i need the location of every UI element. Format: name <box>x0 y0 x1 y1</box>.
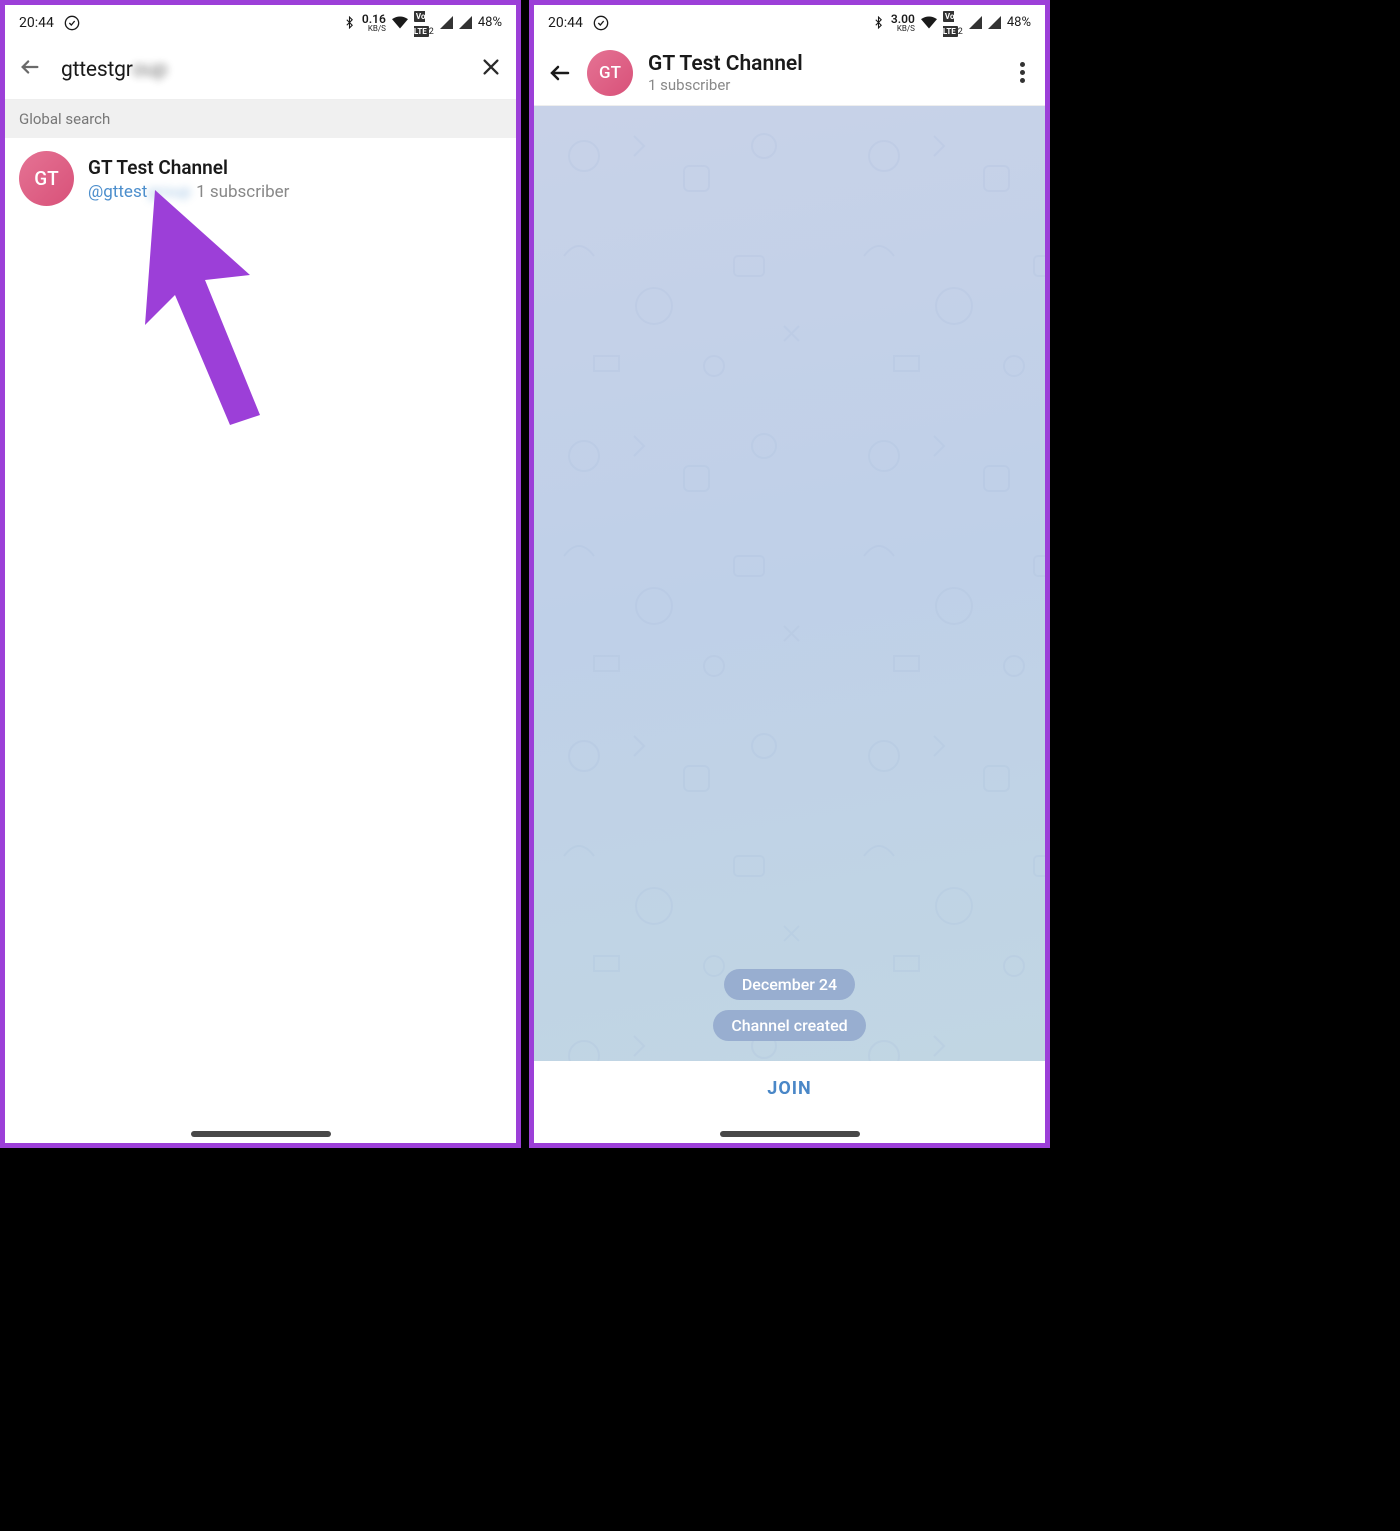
status-bar: 20:44 3.00 KB/S VoLTE2 48% <box>534 5 1045 40</box>
result-subtitle: @gttestgroup1 subscriber <box>88 182 289 202</box>
search-result-item[interactable]: GT GT Test Channel @gttestgroup1 subscri… <box>5 138 516 219</box>
check-circle-icon <box>593 15 609 31</box>
more-options-icon[interactable] <box>1014 56 1031 89</box>
system-event-badge: Channel created <box>713 1010 865 1041</box>
status-time: 20:44 <box>548 15 583 31</box>
global-search-section-header: Global search <box>5 100 516 138</box>
channel-avatar[interactable]: GT <box>587 50 633 96</box>
channel-title: GT Test Channel <box>648 52 999 76</box>
avatar: GT <box>19 151 74 206</box>
volte-badge: VoLTE2 <box>414 8 434 38</box>
signal-icon-1 <box>440 16 453 29</box>
search-query-redacted: oup <box>132 58 167 82</box>
signal-icon-1 <box>969 16 982 29</box>
wifi-icon <box>921 16 937 29</box>
back-arrow-icon[interactable] <box>548 61 572 85</box>
result-channel-name: GT Test Channel <box>88 156 289 179</box>
channel-header: GT GT Test Channel 1 subscriber <box>534 40 1045 106</box>
chat-area[interactable]: December 24 Channel created <box>534 106 1045 1061</box>
join-button[interactable]: JOIN <box>534 1061 1045 1115</box>
channel-info[interactable]: GT Test Channel 1 subscriber <box>648 52 999 94</box>
search-query-text: gttestgr <box>61 58 132 82</box>
wifi-icon <box>392 16 408 29</box>
net-speed: 0.16 KB/S <box>362 13 386 33</box>
search-input[interactable]: gttestgroup <box>61 55 502 85</box>
back-arrow-icon[interactable] <box>19 56 41 84</box>
bluetooth-icon <box>872 16 885 29</box>
date-badge: December 24 <box>724 969 855 1000</box>
signal-icon-2 <box>459 16 472 29</box>
status-time: 20:44 <box>19 15 54 31</box>
nav-handle <box>720 1131 860 1137</box>
search-header: gttestgroup <box>5 40 516 100</box>
status-bar: 20:44 0.16 KB/S VoLTE2 48% <box>5 5 516 40</box>
bluetooth-icon <box>343 16 356 29</box>
volte-badge: VoLTE2 <box>943 8 963 38</box>
check-circle-icon <box>64 15 80 31</box>
nav-handle <box>191 1131 331 1137</box>
signal-icon-2 <box>988 16 1001 29</box>
net-speed: 3.00 KB/S <box>891 13 915 33</box>
battery-percent: 48% <box>478 15 502 30</box>
channel-subscriber-count: 1 subscriber <box>648 76 999 94</box>
battery-percent: 48% <box>1007 15 1031 30</box>
clear-search-icon[interactable] <box>480 55 502 85</box>
